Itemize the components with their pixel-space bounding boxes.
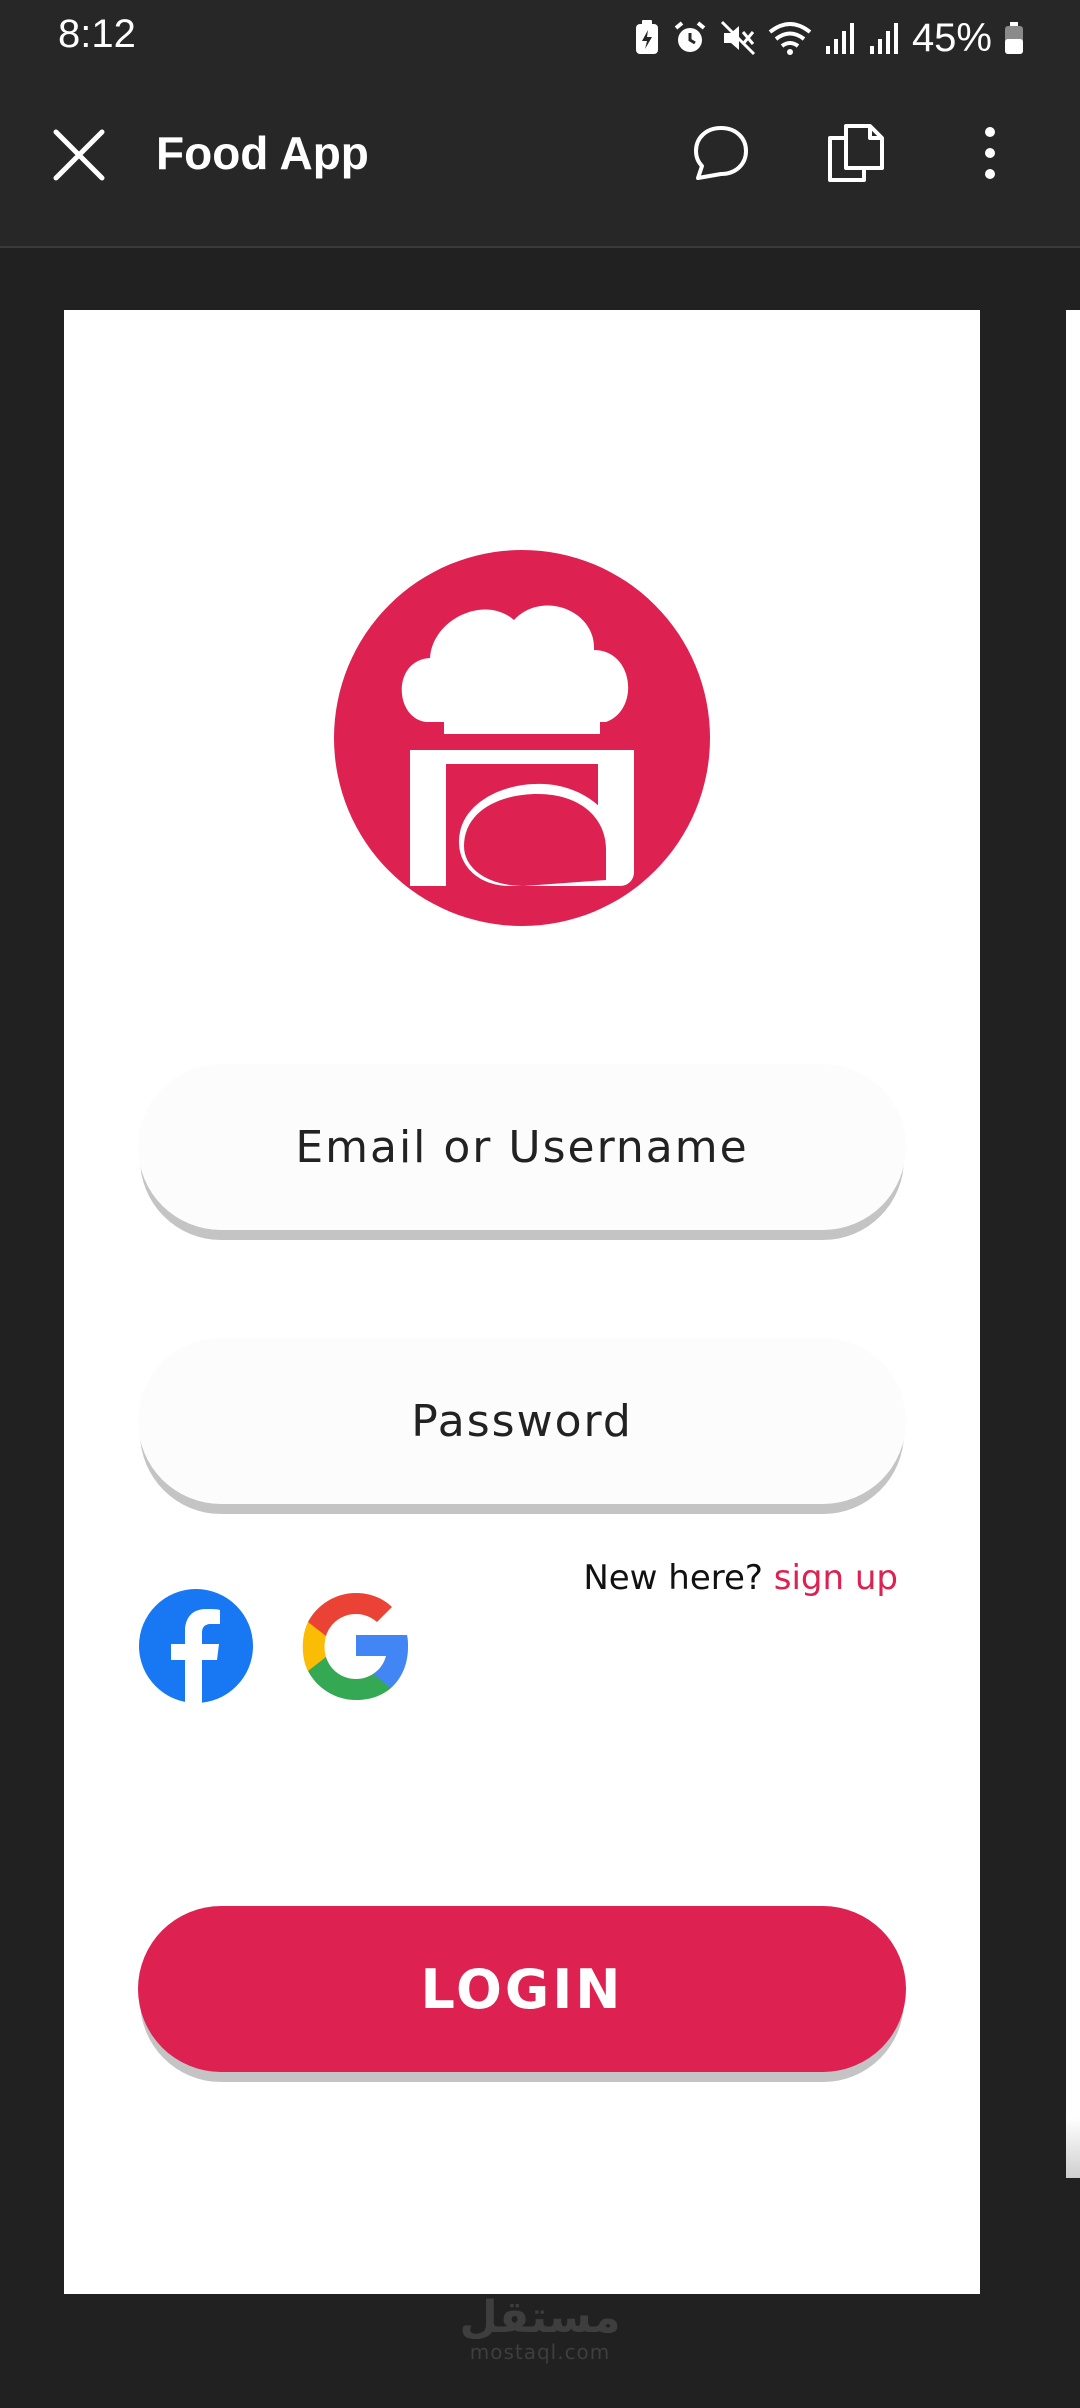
signup-link[interactable]: sign up	[774, 1558, 898, 1598]
password-field[interactable]	[138, 1338, 906, 1504]
battery-saver-icon	[635, 20, 658, 54]
login-button[interactable]: LOGIN	[138, 1906, 906, 2072]
copy-icon[interactable]	[824, 122, 886, 184]
battery-percent: 45%	[911, 15, 992, 60]
more-vert-icon[interactable]	[968, 122, 1012, 184]
login-screen-preview: New here? sign up LOGIN	[64, 310, 980, 2294]
email-input[interactable]	[138, 1120, 906, 1174]
facebook-icon[interactable]	[138, 1588, 254, 1704]
app-title: Food App	[156, 127, 369, 179]
status-bar: 8:12 45%	[0, 0, 1080, 76]
wifi-icon	[768, 22, 812, 55]
mute-icon	[720, 20, 755, 56]
app-bar: Food App	[0, 76, 1080, 246]
next-page-edge[interactable]	[1066, 310, 1080, 2178]
watermark: مستقل mostaql.com	[0, 2296, 1080, 2376]
battery-icon	[1005, 22, 1023, 54]
signal-icon	[869, 23, 898, 54]
watermark-latin: mostaql.com	[469, 2340, 611, 2364]
signal-icon	[825, 23, 854, 54]
close-icon[interactable]	[46, 122, 112, 188]
email-field[interactable]	[138, 1064, 906, 1230]
alarm-icon	[674, 21, 706, 52]
status-time: 8:12	[58, 12, 136, 56]
comment-icon[interactable]	[690, 122, 752, 184]
status-icons: 45%	[634, 14, 1024, 62]
watermark-arabic: مستقل	[459, 2292, 621, 2343]
password-input[interactable]	[138, 1394, 906, 1448]
chef-hat-icon	[334, 550, 710, 926]
signup-prompt-text: New here?	[583, 1558, 763, 1598]
google-icon[interactable]	[298, 1588, 414, 1704]
signup-prompt: New here? sign up	[583, 1558, 898, 1598]
